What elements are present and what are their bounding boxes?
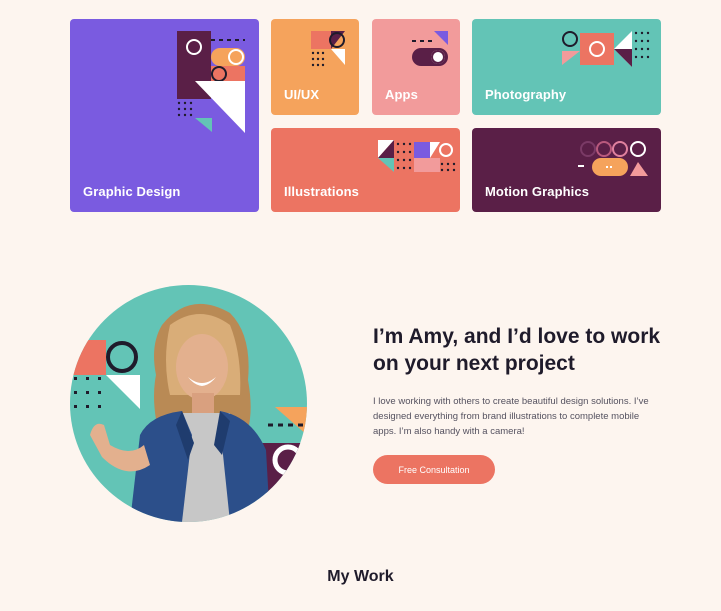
section-title-my-work: My Work — [327, 568, 394, 585]
geometric-pattern-icon — [578, 141, 648, 176]
card-label: Motion Graphics — [485, 184, 590, 199]
profile-photo — [70, 285, 307, 522]
card-photography[interactable]: Photography — [472, 19, 661, 115]
card-label: UI/UX — [284, 87, 320, 102]
hero-bio: I love working with others to create bea… — [373, 396, 649, 437]
geometric-pattern-icon — [378, 140, 456, 172]
hero-headline: I’m Amy, and I’d love to work on your ne… — [373, 325, 661, 375]
card-apps[interactable]: Apps — [372, 19, 460, 115]
card-graphic-design[interactable]: Graphic Design — [70, 19, 259, 212]
geometric-pattern-icon — [311, 31, 345, 67]
geometric-pattern-icon — [177, 31, 245, 133]
geometric-pattern-icon — [412, 31, 448, 66]
free-consultation-button[interactable]: Free Consultation — [373, 455, 495, 484]
card-label: Illustrations — [284, 184, 359, 199]
card-label: Photography — [485, 87, 567, 102]
card-illustrations[interactable]: Illustrations — [271, 128, 460, 212]
card-motion-graphics[interactable]: Motion Graphics — [472, 128, 661, 212]
card-ui-ux[interactable]: UI/UX — [271, 19, 359, 115]
card-label: Graphic Design — [83, 184, 181, 199]
card-label: Apps — [385, 87, 418, 102]
geometric-pattern-icon — [562, 31, 650, 67]
